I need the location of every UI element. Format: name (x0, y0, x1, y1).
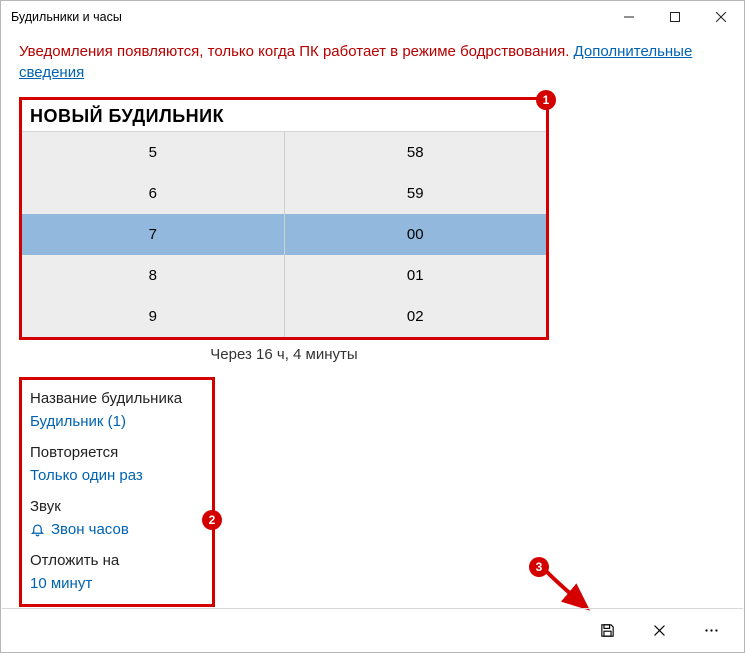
save-button[interactable] (583, 611, 631, 651)
command-bar (2, 608, 743, 652)
hour-column[interactable]: 5 6 7 8 9 (22, 132, 285, 337)
time-picker-region: 1 НОВЫЙ БУДИЛЬНИК 5 6 7 8 9 58 59 00 01 … (19, 97, 549, 340)
cancel-button[interactable] (635, 611, 683, 651)
notification-text: Уведомления появляются, только когда ПК … (19, 43, 574, 60)
repeat-value[interactable]: Только один раз (30, 467, 204, 484)
annotation-badge-1: 1 (536, 90, 556, 110)
time-remaining-text: Через 16 ч, 4 минуты (19, 340, 549, 369)
minute-option[interactable]: 02 (285, 296, 547, 337)
ellipsis-icon (703, 622, 720, 639)
snooze-label: Отложить на (30, 552, 204, 569)
hour-option[interactable]: 6 (22, 173, 284, 214)
more-button[interactable] (687, 611, 735, 651)
minimize-button[interactable] (606, 1, 652, 33)
snooze-value[interactable]: 10 минут (30, 575, 204, 592)
bell-icon (30, 522, 45, 537)
annotation-badge-2: 2 (202, 510, 222, 530)
alarm-name-setting[interactable]: Название будильника Будильник (1) (30, 390, 204, 430)
minute-option[interactable]: 59 (285, 173, 547, 214)
hour-option[interactable]: 8 (22, 255, 284, 296)
close-icon (651, 622, 668, 639)
minute-option[interactable]: 01 (285, 255, 547, 296)
snooze-setting[interactable]: Отложить на 10 минут (30, 552, 204, 592)
maximize-button[interactable] (652, 1, 698, 33)
minute-option-selected[interactable]: 00 (285, 214, 547, 255)
hour-option[interactable]: 5 (22, 132, 284, 173)
alarm-name-value[interactable]: Будильник (1) (30, 413, 204, 430)
notification-warning: Уведомления появляются, только когда ПК … (19, 41, 726, 83)
hour-option-selected[interactable]: 7 (22, 214, 284, 255)
sound-value-text: Звон часов (51, 521, 129, 538)
minute-option[interactable]: 58 (285, 132, 547, 173)
minute-column[interactable]: 58 59 00 01 02 (285, 132, 547, 337)
time-picker[interactable]: 5 6 7 8 9 58 59 00 01 02 (22, 131, 546, 337)
alarm-settings-region: 2 Название будильника Будильник (1) Повт… (19, 377, 215, 607)
sound-value[interactable]: Звон часов (30, 521, 204, 538)
alarm-name-label: Название будильника (30, 390, 204, 407)
save-icon (599, 622, 616, 639)
annotation-badge-3: 3 (529, 557, 549, 577)
hour-option[interactable]: 9 (22, 296, 284, 337)
window-title: Будильники и часы (11, 10, 122, 24)
new-alarm-heading: НОВЫЙ БУДИЛЬНИК (22, 100, 546, 131)
repeat-setting[interactable]: Повторяется Только один раз (30, 444, 204, 484)
sound-setting[interactable]: Звук Звон часов (30, 498, 204, 538)
titlebar: Будильники и часы (1, 1, 744, 33)
sound-label: Звук (30, 498, 204, 515)
repeat-label: Повторяется (30, 444, 204, 461)
close-window-button[interactable] (698, 1, 744, 33)
